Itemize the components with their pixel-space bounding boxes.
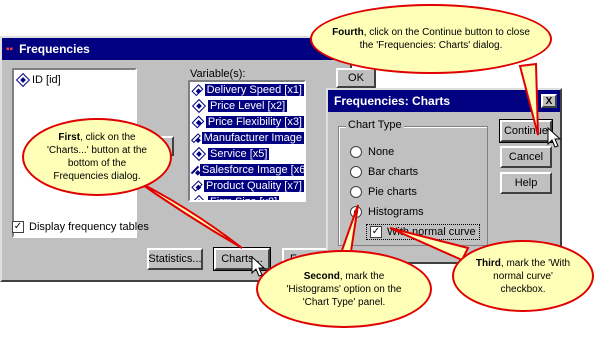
continue-mouse-cursor-icon	[547, 126, 562, 148]
cursor-layer	[251, 126, 562, 277]
mouse-cursor-icon	[251, 255, 266, 277]
